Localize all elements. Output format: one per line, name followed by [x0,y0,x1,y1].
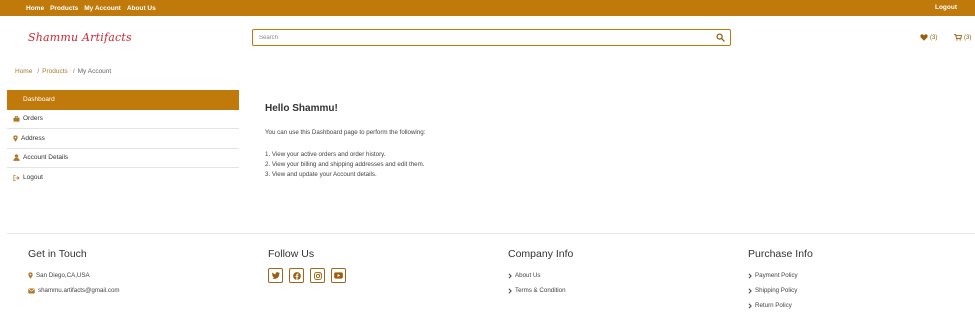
cart-button[interactable]: (3) [954,34,971,41]
twitter-icon [271,272,280,279]
chevron-right-icon [508,287,512,294]
sidebar-item-orders[interactable]: Orders [7,110,239,129]
facebook-icon [292,271,301,280]
footer-link-terms[interactable]: Terms & Condition [508,283,573,298]
search-icon[interactable] [716,33,725,42]
instagram-icon [313,271,322,280]
sidebar-item-logout[interactable]: Logout [7,168,239,188]
dashboard-intro: You can use this Dashboard page to perfo… [265,129,426,136]
breadcrumb-current: My Account [77,68,112,75]
envelope-icon [28,287,35,294]
footer-address-text: San Diego,CA,USA [36,272,90,279]
top-logout-link[interactable]: Logout [935,0,957,16]
footer-contact-title: Get in Touch [28,248,87,260]
sidebar-item-label: Orders [23,115,43,123]
footer-company: Company Info About Us Terms & Condition [508,248,573,298]
top-navbar: Home Products My Account About Us Logout [0,0,975,16]
breadcrumb: Home / Products / My Account [15,68,111,75]
footer-link-payment-policy[interactable]: Payment Policy [748,268,813,283]
site-logo[interactable]: Shammu Artifacts [28,31,132,44]
chevron-right-icon [748,272,752,279]
instagram-button[interactable] [310,268,325,283]
sidebar-item-account-details[interactable]: Account Details [7,149,239,168]
youtube-button[interactable] [331,268,346,283]
footer-email-text: shammu.artifacts@gmail.com [38,287,120,294]
footer-divider [7,233,975,234]
dashboard-step: 2. View your billing and shipping addres… [265,161,425,168]
nav-products-link[interactable]: Products [50,5,78,12]
nav-about-us-link[interactable]: About Us [127,5,156,12]
footer-link-label: Terms & Condition [515,287,566,294]
footer-follow-title: Follow Us [268,248,315,260]
map-marker-icon [13,135,18,142]
chevron-right-icon [748,287,752,294]
account-sidebar: Dashboard Orders Address Account Details… [7,90,239,188]
wishlist-count: (3) [930,34,938,41]
footer-purchase: Purchase Info Payment Policy Shipping Po… [748,248,813,313]
breadcrumb-separator: / [37,68,40,75]
dashboard-step: 3. View and update your Account details. [265,171,377,178]
footer-link-label: About Us [515,272,541,279]
nav-my-account-link[interactable]: My Account [84,5,121,12]
breadcrumb-products[interactable]: Products [42,68,68,75]
wishlist-button[interactable]: (3) [920,34,937,41]
heart-icon [920,34,928,41]
footer-link-return-policy[interactable]: Return Policy [748,298,813,313]
sidebar-item-label: Dashboard [23,96,55,104]
search-box [252,29,731,46]
sign-out-icon [13,174,20,181]
facebook-button[interactable] [289,268,304,283]
social-links [268,268,352,283]
user-icon [13,154,20,162]
youtube-icon [334,272,343,279]
twitter-button[interactable] [268,268,283,283]
breadcrumb-home[interactable]: Home [15,68,32,75]
map-marker-icon [28,272,33,279]
sidebar-item-dashboard[interactable]: Dashboard [7,90,239,110]
footer-company-title: Company Info [508,248,574,260]
dashboard-greeting: Hello Shammu! [265,103,338,114]
sidebar-item-label: Address [21,134,45,142]
chevron-right-icon [508,272,512,279]
sidebar-item-address[interactable]: Address [7,129,239,149]
footer-follow: Follow Us [268,248,352,283]
dashboard-step: 1. View your active orders and order his… [265,151,386,158]
shopping-cart-icon [954,34,962,41]
footer-address: San Diego,CA,USA [28,268,120,283]
footer-purchase-title: Purchase Info [748,248,813,260]
footer-link-about-us[interactable]: About Us [508,268,573,283]
cart-count: (3) [964,34,972,41]
footer-link-label: Return Policy [755,302,792,309]
sidebar-item-label: Account Details [23,154,69,162]
footer-link-label: Payment Policy [755,272,798,279]
footer-contact: Get in Touch San Diego,CA,USA shammu.art… [28,248,120,298]
nav-home-link[interactable]: Home [26,5,44,12]
footer-link-shipping-policy[interactable]: Shipping Policy [748,283,813,298]
chevron-right-icon [748,302,752,309]
dashboard-steps: 1. View your active orders and order his… [265,150,425,180]
top-nav-links: Home Products My Account About Us [26,0,162,16]
sidebar-item-label: Logout [23,174,43,182]
breadcrumb-separator: / [72,68,75,75]
footer-link-label: Shipping Policy [755,287,798,294]
footer-email[interactable]: shammu.artifacts@gmail.com [28,283,120,298]
briefcase-icon [13,115,20,122]
search-input[interactable] [259,32,699,43]
